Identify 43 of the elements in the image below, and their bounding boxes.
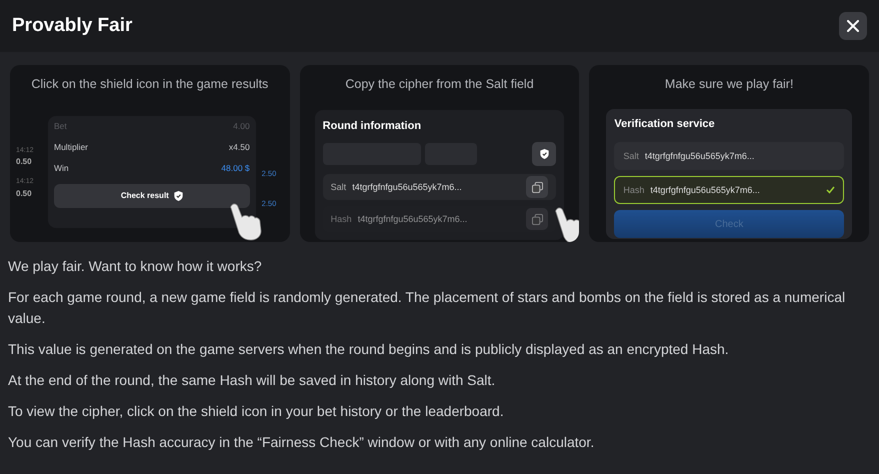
shield-icon bbox=[174, 190, 183, 201]
step-caption: Make sure we play fair! bbox=[664, 76, 794, 93]
paragraph: For each game round, a new game field is randomly generated. The placement of stars and bombs on the field is stored as a numerical value. bbox=[8, 288, 846, 328]
paragraph: To view the cipher, click on the shield icon in your bet history or the leaderboard. bbox=[8, 402, 505, 421]
paragraph: This value is generated on the game servers when the round begins and is publicly displayed as an encrypted Hash. bbox=[8, 340, 730, 359]
field-value: t4tgrfgfnfgu56u565yk7m6... bbox=[644, 150, 754, 163]
card-title: Round information bbox=[322, 118, 422, 134]
field-label: Hash bbox=[623, 184, 644, 196]
copy-button[interactable] bbox=[526, 176, 548, 198]
copy-icon bbox=[532, 182, 543, 193]
copy-icon bbox=[532, 214, 543, 225]
field-value: t4tgrfgfnfgu56u565yk7m6... bbox=[650, 184, 760, 197]
paragraph: We play fair. Want to know how it works? bbox=[8, 257, 263, 276]
field-value: t4tgrfgfnfgu56u565yk7m6... bbox=[358, 212, 468, 226]
check-result-button[interactable]: Check result bbox=[54, 184, 250, 208]
paragraph: At the end of the round, the same Hash will be saved in history along with Salt. bbox=[8, 371, 496, 390]
field-label: Salt bbox=[330, 180, 346, 194]
hash-field[interactable]: Salt t4tgrfgfnfgu56u565yk7m6... bbox=[614, 142, 844, 170]
copy-button[interactable] bbox=[526, 208, 548, 230]
dialog-title: Provably Fair bbox=[12, 14, 132, 38]
step-caption: Click on the shield icon in the game results bbox=[30, 76, 270, 93]
result-label: Bet bbox=[54, 120, 67, 133]
close-icon bbox=[847, 20, 859, 32]
history-amount: 0.50 bbox=[16, 188, 33, 200]
field-label: Salt bbox=[623, 150, 639, 162]
step-caption: Copy the cipher from the Salt field bbox=[344, 76, 535, 93]
result-value: 48.00 $ bbox=[221, 162, 250, 175]
card-title: Verification service bbox=[614, 116, 716, 132]
close-button[interactable] bbox=[839, 12, 867, 40]
history-amount: 0.50 bbox=[16, 156, 33, 168]
pointing-hand-icon bbox=[553, 207, 580, 242]
result-label: Multiplier bbox=[54, 140, 88, 154]
hash-field[interactable]: Hash t4tgrfgfnfgu56u565yk7m6... bbox=[614, 176, 844, 204]
result-value: x4.50 bbox=[228, 140, 250, 154]
shield-button[interactable] bbox=[532, 142, 556, 166]
field-value: t4tgrfgfnfgu56u565yk7m6... bbox=[352, 180, 462, 194]
result-value: 4.00 bbox=[233, 120, 250, 133]
shield-icon bbox=[540, 149, 549, 160]
field-label: Hash bbox=[330, 212, 352, 226]
check-icon bbox=[826, 186, 836, 194]
paragraph: You can verify the Hash accuracy in the “Fairness Check” window or with any online calculator. bbox=[8, 433, 596, 452]
pointing-hand-icon bbox=[228, 203, 262, 241]
result-label: Win bbox=[54, 162, 69, 175]
